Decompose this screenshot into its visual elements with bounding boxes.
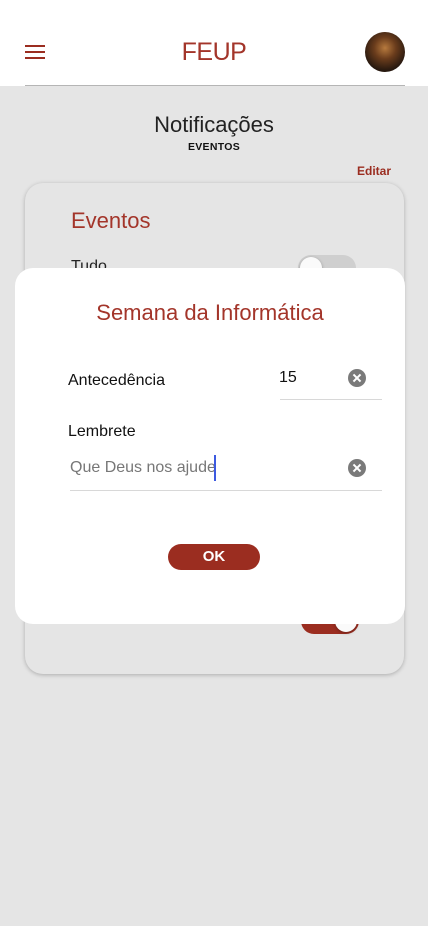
lembrete-label: Lembrete	[68, 423, 136, 440]
reminder-modal: Semana da Informática Antecedência 15 Le…	[15, 268, 405, 624]
ok-button[interactable]: OK	[168, 544, 260, 570]
lembrete-input[interactable]	[70, 455, 330, 481]
edit-button[interactable]: Editar	[357, 164, 391, 178]
antecedencia-input[interactable]: 15	[279, 369, 297, 387]
card-title: Eventos	[71, 208, 151, 233]
app-header: FEUP	[0, 0, 428, 86]
app-root: FEUP Notificações EVENTOS Editar Eventos…	[0, 0, 428, 926]
avatar[interactable]	[365, 32, 405, 72]
header-divider	[25, 85, 405, 86]
brand-title: FEUP	[181, 38, 247, 66]
text-caret	[214, 455, 216, 481]
antecedencia-underline	[280, 399, 382, 400]
page-title: Notificações	[154, 112, 274, 137]
clear-icon[interactable]	[348, 369, 366, 387]
lembrete-underline	[70, 490, 382, 491]
page-subtitle: EVENTOS	[187, 141, 241, 153]
antecedencia-label: Antecedência	[68, 372, 165, 389]
clear-icon[interactable]	[348, 459, 366, 477]
modal-title: Semana da Informática	[96, 300, 324, 325]
